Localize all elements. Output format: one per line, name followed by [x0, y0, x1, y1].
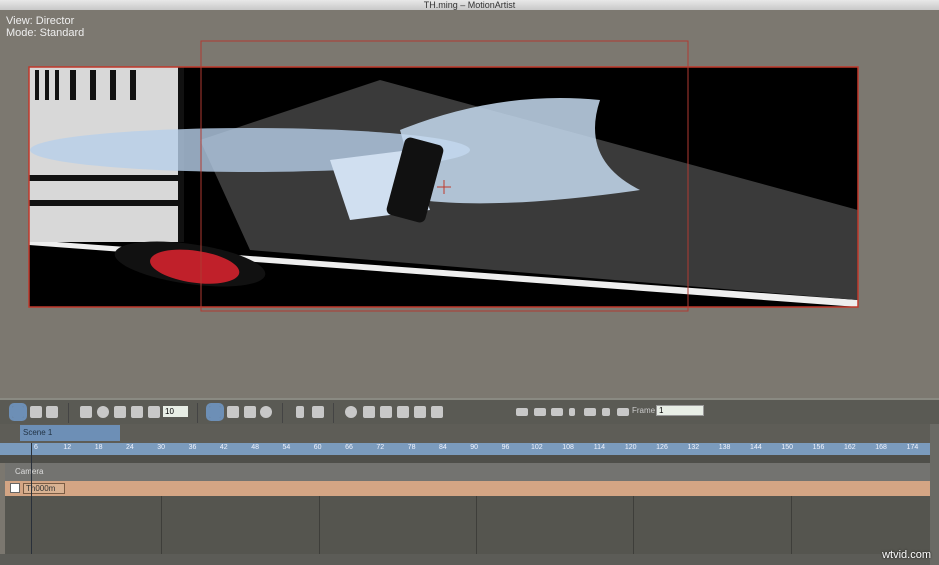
- ruler-tick: 30: [157, 444, 166, 451]
- scene-tab[interactable]: Scene 1: [20, 425, 120, 441]
- ruler-tick: 42: [219, 444, 228, 451]
- main-toolbar: 10 Frame 1: [0, 398, 939, 424]
- ruler-tick: 60: [313, 444, 322, 451]
- ruler-tick: 156: [812, 444, 825, 451]
- camera-view-button[interactable]: [46, 406, 58, 418]
- group-tool[interactable]: [227, 406, 239, 418]
- fit-tool[interactable]: [148, 406, 160, 418]
- ruler-tick: 120: [624, 444, 637, 451]
- ruler-tick: 6: [34, 444, 38, 451]
- speaker-icon[interactable]: [312, 406, 324, 418]
- zoom-input[interactable]: 10: [163, 406, 188, 417]
- ruler-tick: 66: [345, 444, 353, 451]
- track-group-label: Camera: [15, 467, 44, 476]
- vertical-scrollbar[interactable]: [930, 424, 939, 565]
- ruler-tick: 174: [906, 444, 919, 451]
- grid-tool[interactable]: [131, 406, 143, 418]
- timeline-subruler: [0, 455, 930, 463]
- ruler-tick: 114: [593, 444, 605, 451]
- track-visibility-checkbox[interactable]: [10, 483, 20, 493]
- ruler-tick: 18: [94, 444, 103, 451]
- ruler-tick: 48: [251, 444, 259, 451]
- hand-tool[interactable]: [244, 406, 256, 418]
- ellipse-tool[interactable]: [97, 406, 109, 418]
- next-key-button[interactable]: [602, 408, 610, 416]
- ruler-tick: 12: [63, 444, 72, 451]
- previous-key-button[interactable]: [534, 408, 546, 416]
- ruler-tick: 24: [125, 444, 134, 451]
- rectangle-tool[interactable]: [80, 406, 92, 418]
- ruler-tick: 96: [501, 444, 510, 451]
- watermark: wtvid.com: [882, 549, 931, 561]
- settings-icon[interactable]: [345, 406, 357, 418]
- select-tool[interactable]: [206, 403, 224, 421]
- horizontal-scrollbar[interactable]: [0, 554, 930, 565]
- track-group-header[interactable]: Camera: [5, 463, 930, 481]
- playhead[interactable]: [31, 443, 32, 554]
- ruler-tick: 102: [530, 444, 543, 451]
- track-name[interactable]: Th000m: [23, 483, 65, 494]
- ruler-tick: 54: [282, 444, 291, 451]
- window-title: TH.ming – MotionArtist: [0, 0, 939, 10]
- ruler-tick: 150: [781, 444, 794, 451]
- document-icon[interactable]: [431, 406, 443, 418]
- ruler-tick: 108: [562, 444, 574, 451]
- zoom-tool-icon[interactable]: [260, 406, 272, 418]
- go-to-start-button[interactable]: [516, 408, 528, 416]
- light-icon[interactable]: [414, 406, 426, 418]
- microphone-icon[interactable]: [296, 406, 304, 418]
- play-button[interactable]: [569, 408, 575, 416]
- ruler-tick: 144: [750, 444, 762, 451]
- link-icon[interactable]: [380, 406, 392, 418]
- ruler-tick: 90: [470, 444, 479, 451]
- camera-track[interactable]: Th000m: [5, 481, 930, 496]
- timeline-ruler[interactable]: 6 12 18 24 30 36 42 48 54 60 66 72 78 84 90 96 102 108 114…: [0, 443, 930, 455]
- ruler-tick: 162: [843, 444, 856, 451]
- ruler-tick: 36: [188, 444, 197, 451]
- trash-icon[interactable]: [363, 406, 375, 418]
- go-to-end-button[interactable]: [617, 408, 629, 416]
- ruler-tick: 168: [875, 444, 887, 451]
- ruler-tick: 126: [656, 444, 668, 451]
- scene-bar: Scene 1: [0, 424, 939, 443]
- scene-tab-label: Scene 1: [23, 428, 53, 437]
- timeline-area[interactable]: [5, 496, 930, 554]
- scene-view-button[interactable]: [30, 406, 42, 418]
- director-stage[interactable]: View: Director Mode: Standard: [0, 10, 939, 398]
- frame-input[interactable]: 1: [656, 405, 704, 416]
- fast-forward-button[interactable]: [584, 408, 596, 416]
- ruler-tick: 84: [438, 444, 447, 451]
- director-view-button[interactable]: [9, 403, 27, 421]
- corner-tool[interactable]: [114, 406, 126, 418]
- ruler-tick: 78: [407, 444, 416, 451]
- ruler-tick: 72: [376, 444, 385, 451]
- frame-label: Frame: [632, 406, 656, 415]
- rewind-button[interactable]: [551, 408, 563, 416]
- ruler-tick: 132: [687, 444, 700, 451]
- ruler-tick: 138: [718, 444, 731, 451]
- scene-artwork: [28, 40, 859, 312]
- clipboard-icon[interactable]: [397, 406, 409, 418]
